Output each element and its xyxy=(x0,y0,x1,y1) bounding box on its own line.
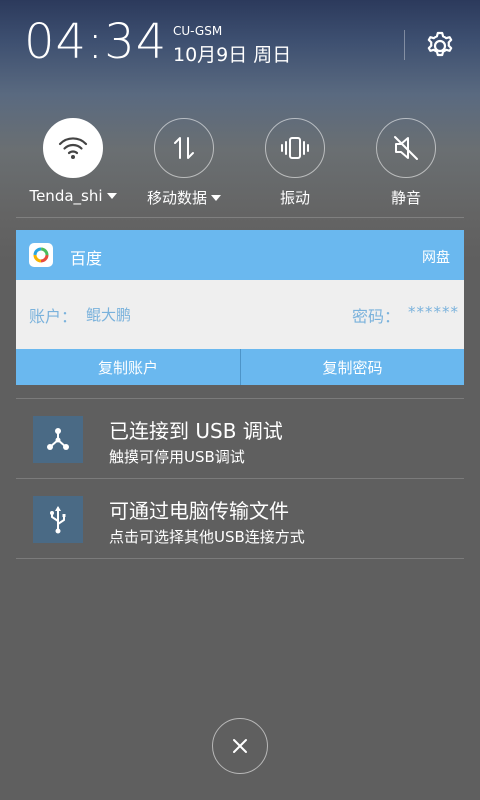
divider xyxy=(16,558,464,559)
mobile-data-label: 移动数据 xyxy=(146,189,207,207)
mute-label-row: 静音 xyxy=(351,187,461,208)
notification-icon-box xyxy=(33,416,83,463)
notification-title: 可通过电脑传输文件 xyxy=(109,499,289,523)
settings-button[interactable] xyxy=(422,28,458,64)
mute-label: 静音 xyxy=(390,189,421,207)
close-icon xyxy=(233,739,247,753)
notification-subtitle: 点击可选择其他USB连接方式 xyxy=(109,528,305,546)
mobile-data-label-row[interactable]: 移动数据 xyxy=(129,187,239,208)
data-arrows-icon xyxy=(174,137,194,159)
clear-notifications-button[interactable] xyxy=(212,718,268,774)
password-manager-card: 百度 网盘 账户： 鲲大鹏 密码： ****** 复制账户 复制密码 xyxy=(16,230,464,385)
vibrate-label-row: 振动 xyxy=(240,187,350,208)
gear-icon xyxy=(427,31,453,57)
divider xyxy=(16,398,464,399)
notification-title: 已连接到 USB 调试 xyxy=(109,419,283,443)
date-text: 10月9日 周日 xyxy=(173,44,292,66)
wifi-toggle-circle[interactable] xyxy=(43,118,103,178)
divider xyxy=(16,217,464,218)
copy-password-button[interactable]: 复制密码 xyxy=(241,349,464,385)
mute-icon xyxy=(394,136,418,160)
password-value: ****** xyxy=(408,303,459,321)
quick-settings: Tenda_shi 移动数据 振动 静音 xyxy=(0,112,480,212)
baidu-app-icon xyxy=(29,243,53,267)
toggle-mute[interactable]: 静音 xyxy=(351,112,461,208)
wifi-network-name: Tenda_shi xyxy=(29,187,103,205)
status-header: 04:34 CU-GSM 10月9日 周日 xyxy=(0,0,480,90)
notification-icon-box xyxy=(33,496,83,543)
account-value: 鲲大鹏 xyxy=(86,306,132,324)
vibrate-toggle-circle[interactable] xyxy=(265,118,325,178)
app-name: 百度 xyxy=(70,249,103,268)
notification-usb-debugging[interactable]: 已连接到 USB 调试 触摸可停用USB调试 xyxy=(16,400,464,478)
wifi-label-row[interactable]: Tenda_shi xyxy=(18,187,128,205)
app-tag: 网盘 xyxy=(422,250,450,266)
toggle-wifi[interactable]: Tenda_shi xyxy=(18,112,128,205)
account-label: 账户： xyxy=(29,307,78,326)
notification-subtitle: 触摸可停用USB调试 xyxy=(109,448,245,466)
vibrate-label: 振动 xyxy=(279,189,310,207)
toggle-mobile-data[interactable]: 移动数据 xyxy=(129,112,239,208)
password-label: 密码： xyxy=(352,307,401,326)
carrier-name: CU-GSM xyxy=(173,24,223,38)
vibrate-icon xyxy=(281,137,309,159)
toggle-vibrate[interactable]: 振动 xyxy=(240,112,350,208)
card-header[interactable]: 百度 网盘 xyxy=(16,230,464,280)
clock-time: 04:34 xyxy=(24,14,168,70)
usb-debug-icon xyxy=(47,427,69,450)
mobile-data-toggle-circle[interactable] xyxy=(154,118,214,178)
copy-account-button[interactable]: 复制账户 xyxy=(16,349,240,385)
mute-toggle-circle[interactable] xyxy=(376,118,436,178)
notification-usb-transfer[interactable]: 可通过电脑传输文件 点击可选择其他USB连接方式 xyxy=(16,480,464,558)
usb-icon xyxy=(50,505,66,533)
chevron-down-icon xyxy=(106,193,117,199)
header-divider xyxy=(404,30,405,60)
wifi-icon xyxy=(58,137,88,159)
chevron-down-icon xyxy=(211,194,221,201)
divider xyxy=(16,478,464,479)
